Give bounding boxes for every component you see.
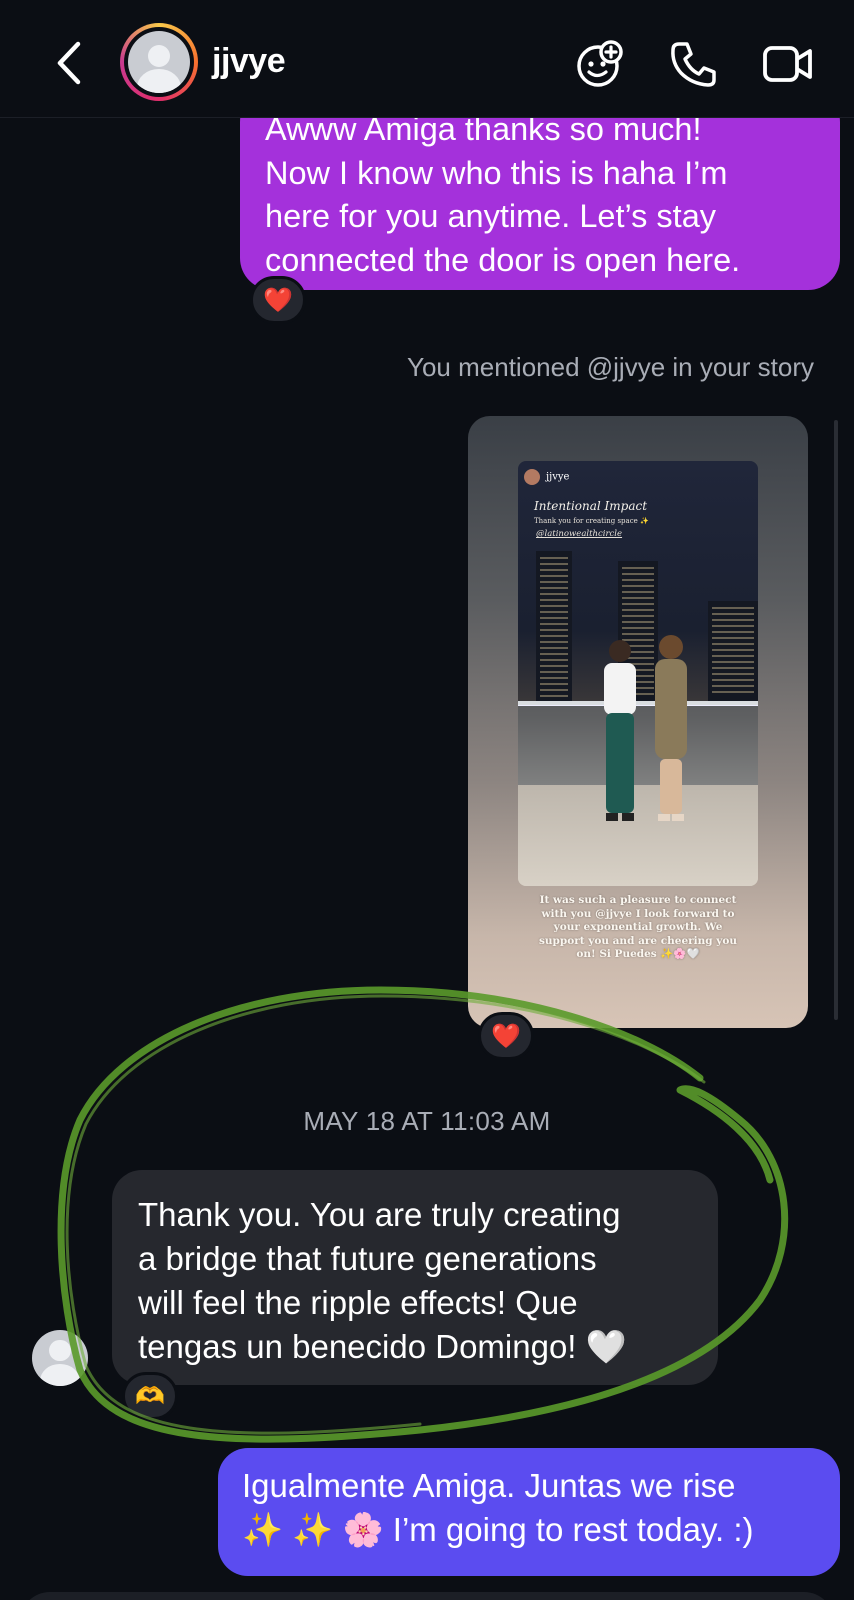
story-subtitle: Thank you for creating space ✨ (534, 517, 649, 525)
message-composer[interactable] (20, 1592, 834, 1600)
story-title: Intentional Impact (534, 499, 648, 513)
heart-reaction[interactable]: ❤️ (250, 276, 306, 324)
story-tag: @latinowealthcircle (536, 529, 623, 539)
heart-hands-reaction[interactable]: 🫶 (122, 1372, 178, 1420)
sender-avatar[interactable] (32, 1330, 88, 1386)
chat-username[interactable]: jjvye (212, 42, 286, 81)
message-timestamp: MAY 18 AT 11:03 AM (303, 1106, 551, 1136)
avatar[interactable] (120, 23, 198, 101)
incoming-message[interactable]: Thank you. You are truly creating a brid… (112, 1170, 718, 1385)
story-photo: jjvye Intentional Impact Thank you for c… (518, 461, 758, 886)
phone-icon[interactable] (668, 38, 720, 90)
scrollbar[interactable] (834, 420, 838, 1020)
video-camera-icon[interactable] (762, 38, 814, 90)
sticker-icon[interactable] (574, 38, 626, 90)
back-chevron-icon[interactable] (50, 40, 90, 86)
outgoing-message[interactable]: Awww Amiga thanks so much! Now I know wh… (240, 90, 840, 290)
chat-header: jjvye (0, 0, 854, 118)
story-caption: It was such a pleasure to connect with y… (538, 894, 738, 960)
story-mention-card[interactable]: jjvye Intentional Impact Thank you for c… (468, 416, 808, 1028)
heart-reaction[interactable]: ❤️ (478, 1012, 534, 1060)
story-user: jjvye (524, 469, 569, 485)
story-mention-note: You mentioned @jjvye in your story (407, 352, 814, 382)
outgoing-message[interactable]: Igualmente Amiga. Juntas we rise ✨ ✨ 🌸 I… (218, 1448, 840, 1576)
